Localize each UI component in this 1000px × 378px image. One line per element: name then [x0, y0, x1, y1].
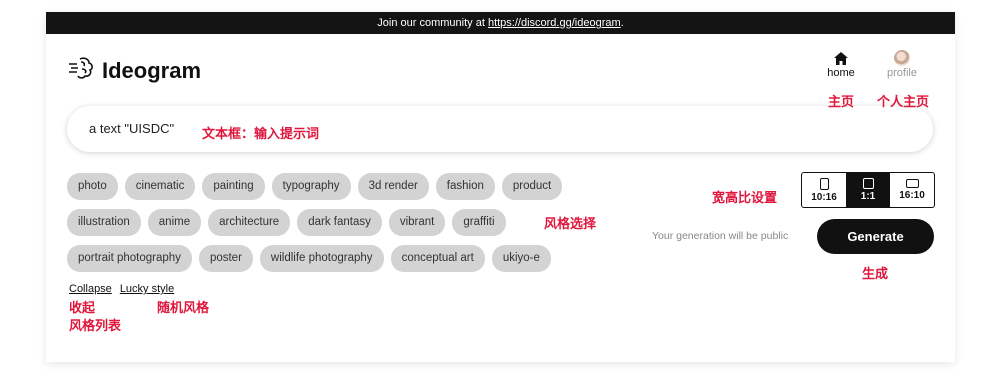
- style-chip[interactable]: ukiyo-e: [491, 245, 551, 272]
- collapse-link[interactable]: Collapse: [69, 283, 112, 295]
- banner-suffix: .: [620, 17, 624, 29]
- ratio-label: 10:16: [811, 191, 837, 203]
- portrait-shape-icon: [819, 177, 829, 190]
- style-row: photo cinematic painting typography 3d r…: [67, 173, 627, 200]
- generate-button[interactable]: Generate: [817, 219, 934, 254]
- style-chip[interactable]: 3d render: [357, 173, 429, 200]
- ratio-label: 16:10: [899, 190, 925, 201]
- home-icon: [811, 49, 871, 67]
- style-chip[interactable]: photo: [67, 173, 118, 200]
- discord-link[interactable]: https://discord.gg/ideogram: [488, 17, 621, 29]
- style-chip[interactable]: illustration: [67, 209, 141, 236]
- style-chip[interactable]: typography: [271, 173, 351, 200]
- square-shape-icon: [862, 178, 874, 189]
- nav-home-label: home: [827, 67, 855, 79]
- style-links: Collapse Lucky style: [69, 283, 182, 295]
- nav-profile-label: profile: [887, 67, 917, 79]
- prompt-value: a text "UISDC": [89, 121, 175, 136]
- avatar: [894, 50, 910, 66]
- style-chip[interactable]: product: [501, 173, 563, 200]
- annotation-styles: 风格选择: [544, 216, 597, 231]
- style-chip[interactable]: vibrant: [388, 209, 446, 236]
- style-chip[interactable]: poster: [198, 245, 253, 272]
- style-chip[interactable]: conceptual art: [390, 245, 485, 272]
- style-chip[interactable]: cinematic: [124, 173, 196, 200]
- public-note: Your generation will be public: [652, 230, 789, 242]
- style-chip[interactable]: architecture: [208, 209, 291, 236]
- ratio-option-10-16[interactable]: 10:16: [802, 173, 846, 207]
- annotation-generate: 生成: [862, 266, 889, 281]
- nav-profile[interactable]: profile: [872, 49, 932, 79]
- annotation-lucky: 随机风格: [157, 300, 210, 315]
- ratio-label: 1:1: [860, 191, 876, 202]
- community-banner: Join our community at https://discord.gg…: [46, 12, 955, 34]
- annotation-collapse: 收起: [69, 300, 96, 315]
- annotation-prompt: 文本框：输入提示词: [202, 126, 320, 141]
- annotation-profile: 个人主页: [877, 94, 930, 109]
- style-chip[interactable]: portrait photography: [67, 245, 192, 272]
- lucky-style-link[interactable]: Lucky style: [120, 283, 174, 295]
- logo-text: Ideogram: [102, 57, 202, 83]
- ratio-option-1-1[interactable]: 1:1: [846, 173, 890, 207]
- style-chip[interactable]: fashion: [435, 173, 495, 200]
- nav-home[interactable]: home: [811, 49, 871, 79]
- banner-prefix: Join our community at: [377, 17, 488, 29]
- style-chip[interactable]: anime: [147, 209, 202, 236]
- annotation-home: 主页: [828, 94, 855, 109]
- style-chips: photo cinematic painting typography 3d r…: [67, 173, 627, 281]
- aspect-ratio-selector: 10:16 1:1 16:10: [801, 172, 935, 208]
- style-chip[interactable]: graffiti: [452, 209, 506, 236]
- style-row: portrait photography poster wildlife pho…: [67, 245, 627, 272]
- ratio-option-16-10[interactable]: 16:10: [890, 173, 934, 207]
- logo[interactable]: Ideogram: [68, 56, 201, 85]
- brain-icon: [68, 56, 94, 85]
- landscape-shape-icon: [905, 179, 919, 188]
- style-chip[interactable]: painting: [202, 173, 265, 200]
- style-chip[interactable]: dark fantasy: [297, 209, 382, 236]
- prompt-input[interactable]: a text "UISDC": [67, 106, 933, 152]
- annotation-collapse-list: 风格列表: [69, 318, 122, 333]
- annotation-ratio: 宽高比设置: [712, 190, 778, 205]
- style-row: illustration anime architecture dark fan…: [67, 209, 627, 236]
- style-chip[interactable]: wildlife photography: [259, 245, 384, 272]
